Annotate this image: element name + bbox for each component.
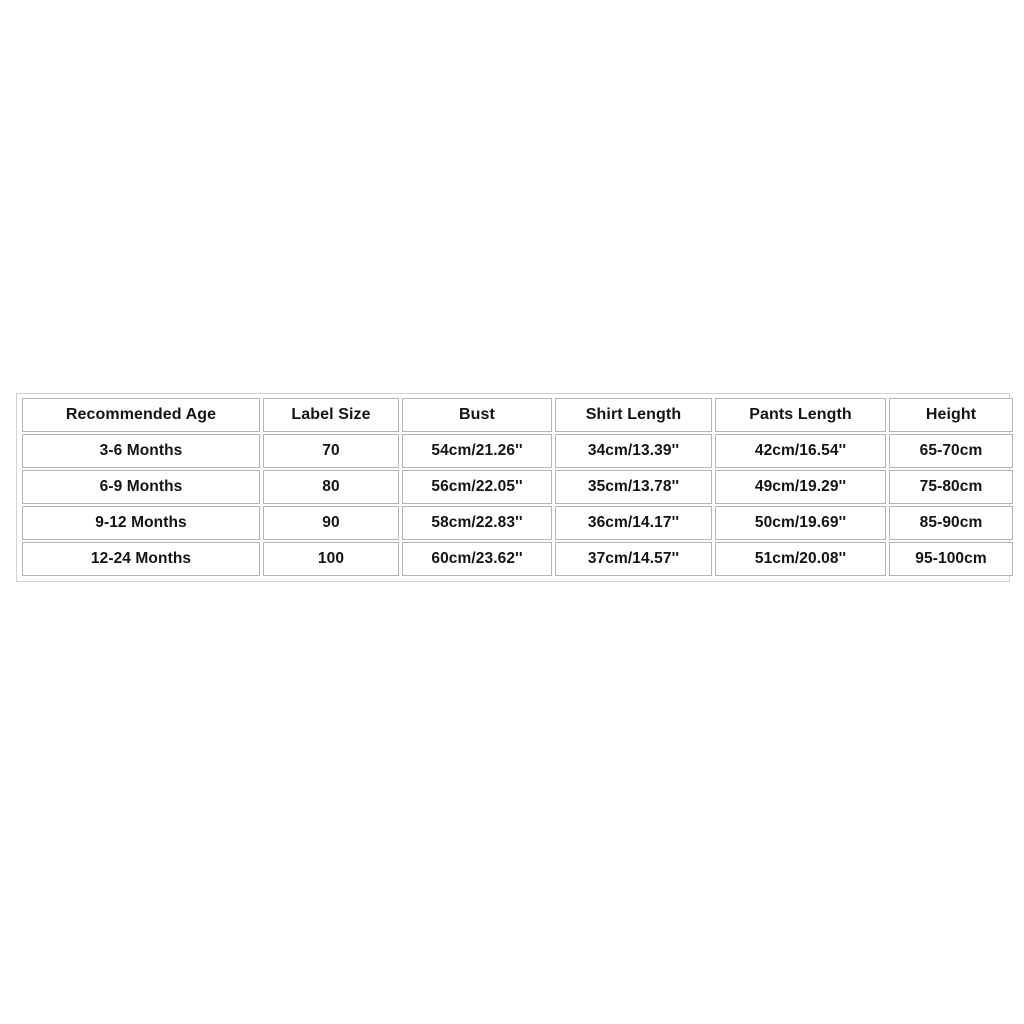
size-chart-table: Recommended Age Label Size Bust Shirt Le… [19, 396, 1016, 578]
cell-height: 95-100cm [889, 542, 1013, 576]
cell-recommended-age: 12-24 Months [22, 542, 260, 576]
cell-shirt-length: 37cm/14.57'' [555, 542, 712, 576]
table-row: 6-9 Months 80 56cm/22.05'' 35cm/13.78'' … [22, 470, 1013, 504]
cell-bust: 56cm/22.05'' [402, 470, 552, 504]
cell-label-size: 80 [263, 470, 399, 504]
cell-shirt-length: 35cm/13.78'' [555, 470, 712, 504]
cell-height: 75-80cm [889, 470, 1013, 504]
cell-label-size: 100 [263, 542, 399, 576]
cell-recommended-age: 3-6 Months [22, 434, 260, 468]
column-header-pants-length: Pants Length [715, 398, 886, 432]
table-header: Recommended Age Label Size Bust Shirt Le… [22, 398, 1013, 432]
table-row: 3-6 Months 70 54cm/21.26'' 34cm/13.39'' … [22, 434, 1013, 468]
cell-bust: 58cm/22.83'' [402, 506, 552, 540]
column-header-bust: Bust [402, 398, 552, 432]
table-body: 3-6 Months 70 54cm/21.26'' 34cm/13.39'' … [22, 434, 1013, 576]
cell-recommended-age: 6-9 Months [22, 470, 260, 504]
cell-label-size: 70 [263, 434, 399, 468]
cell-height: 65-70cm [889, 434, 1013, 468]
column-header-recommended-age: Recommended Age [22, 398, 260, 432]
cell-shirt-length: 34cm/13.39'' [555, 434, 712, 468]
cell-pants-length: 51cm/20.08'' [715, 542, 886, 576]
column-header-label-size: Label Size [263, 398, 399, 432]
column-header-height: Height [889, 398, 1013, 432]
table-header-row: Recommended Age Label Size Bust Shirt Le… [22, 398, 1013, 432]
size-chart-container: Recommended Age Label Size Bust Shirt Le… [16, 393, 1013, 582]
cell-recommended-age: 9-12 Months [22, 506, 260, 540]
column-header-shirt-length: Shirt Length [555, 398, 712, 432]
page-canvas: Recommended Age Label Size Bust Shirt Le… [0, 0, 1024, 1024]
cell-bust: 54cm/21.26'' [402, 434, 552, 468]
cell-pants-length: 42cm/16.54'' [715, 434, 886, 468]
cell-bust: 60cm/23.62'' [402, 542, 552, 576]
cell-height: 85-90cm [889, 506, 1013, 540]
table-row: 12-24 Months 100 60cm/23.62'' 37cm/14.57… [22, 542, 1013, 576]
cell-pants-length: 49cm/19.29'' [715, 470, 886, 504]
table-row: 9-12 Months 90 58cm/22.83'' 36cm/14.17''… [22, 506, 1013, 540]
cell-pants-length: 50cm/19.69'' [715, 506, 886, 540]
cell-shirt-length: 36cm/14.17'' [555, 506, 712, 540]
cell-label-size: 90 [263, 506, 399, 540]
